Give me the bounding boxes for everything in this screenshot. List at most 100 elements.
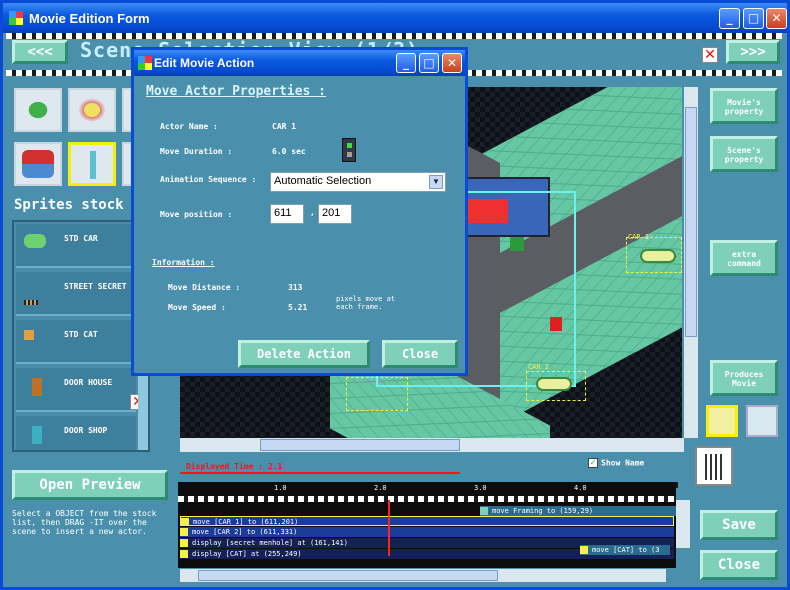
shop-door-icon [32,426,42,444]
checkbox-icon[interactable]: ✓ [588,458,598,468]
car-2[interactable] [536,377,572,391]
extra-command-button[interactable]: extra command [710,240,778,276]
trash-icon[interactable] [695,446,733,486]
action-icon [180,539,188,547]
move-speed-label: Move Speed : [168,303,226,312]
list-item[interactable]: STD CAR [16,224,136,268]
sprite-label: STD CAR [64,234,98,243]
save-button[interactable]: Save [700,510,778,540]
delete-scene-icon[interactable]: ✕ [702,47,718,63]
edit-movie-action-dialog: Edit Movie Action _ □ ✕ Move Actor Prope… [131,47,468,376]
app-icon [9,11,23,25]
timeline-row[interactable]: move Framing to (159,29) [480,506,676,516]
speed-note: pixels move at each frame. [336,295,396,311]
dialog-close-icon[interactable]: ✕ [442,53,462,73]
timeline[interactable]: 1.0 2.0 3.0 4.0 move Framing to (159,29)… [178,482,676,568]
displayed-time: Displayed Time : 2.1 [186,462,283,471]
tool-select-icon[interactable] [706,405,738,437]
window-title: Movie Edition Form [29,11,150,26]
sprites-list[interactable]: STD CAR STREET SECRET STD CAT DOOR HOUSE… [12,220,150,452]
sprite-tile-green[interactable] [14,88,62,132]
stepper-up-icon[interactable] [347,143,352,148]
move-speed-value: 5.21 [288,303,308,312]
maximize-button[interactable]: □ [743,8,764,29]
sprite-label: STREET SECRET [64,282,127,291]
move-distance-value: 313 [288,283,303,292]
scene-horizontal-scrollbar[interactable] [180,438,684,452]
sprite-tile-flower[interactable] [68,88,116,132]
move-duration-value: 6.0 sec [272,147,306,156]
dialog-title-bar[interactable]: Edit Movie Action _ □ ✕ [134,50,465,76]
person-icon [77,151,109,179]
list-item[interactable]: DOOR HOUSE ✕ [16,368,146,412]
scrollbar-thumb[interactable] [198,570,498,581]
show-name-checkbox[interactable]: ✓ Show Name [588,458,644,468]
sprite-tile-person[interactable] [68,142,116,186]
scene-vertical-scrollbar[interactable] [684,87,698,438]
dialog-minimize-button[interactable]: _ [396,53,416,73]
flower-icon [76,96,108,124]
actor-name-label: Actor Name : [160,122,218,131]
sprites-stock-title: Sprites stock [14,197,124,213]
scene-property-button[interactable]: Scene's property [710,136,778,172]
move-position-label: Move position : [160,210,233,219]
position-separator: , [310,208,315,217]
timeline-row[interactable]: move [CAR 1] to (611,201) [180,516,674,526]
timeline-tick: 2.0 [374,484,387,492]
section-title: Move Actor Properties : [146,84,327,99]
scrollbar-thumb[interactable] [685,107,697,337]
title-bar[interactable]: Movie Edition Form _ □ ✕ [3,3,787,33]
produces-movie-button[interactable]: Produces Movie [710,360,778,396]
car-icon [24,234,46,248]
action-icon [181,518,189,526]
car-1-label: CAR 1 [628,233,650,241]
timeline-vertical-scrollbar[interactable] [676,500,690,548]
move-duration-label: Move Duration : [160,147,233,156]
dialog-title: Edit Movie Action [154,56,255,70]
manhole-icon [24,300,38,305]
fountain-icon [22,150,54,178]
close-window-button[interactable]: ✕ [766,8,787,29]
dialog-close-button[interactable]: Close [382,340,458,368]
cat-icon [24,330,34,340]
timeline-tick: 4.0 [574,484,587,492]
next-scene-button[interactable]: >>> [726,40,780,64]
timeline-row[interactable]: move [CAR 2] to (611,331) [180,527,674,537]
open-preview-button[interactable]: Open Preview [12,470,168,500]
zoom-icon[interactable] [746,405,778,437]
list-item[interactable]: STREET SECRET [16,272,136,316]
stepper-down-icon[interactable] [347,152,352,157]
sprite-label: DOOR SHOP [64,426,108,435]
prev-scene-button[interactable]: <<< [12,40,68,64]
scrollbar-thumb[interactable] [260,439,460,451]
timeline-horizontal-scrollbar[interactable] [180,569,666,582]
car-2-label: CAR 2 [528,363,550,371]
timeline-cursor[interactable] [388,500,390,556]
timeline-row[interactable]: move [CAT] to (3 [580,545,670,555]
actor-name-value: CAR 1 [272,122,297,131]
cat-selection[interactable] [346,377,408,411]
animation-sequence-label: Animation Sequence : [160,175,257,184]
list-item[interactable]: STD CAT [16,320,136,364]
sprite-tile-fountain[interactable] [14,142,62,186]
dialog-app-icon [138,56,152,70]
action-icon [180,550,188,558]
duration-stepper[interactable] [342,138,356,162]
sprite-label: STD CAT [64,330,98,339]
close-button[interactable]: Close [700,550,778,580]
position-y-input[interactable]: 201 [318,204,352,224]
position-x-input[interactable]: 611 [270,204,304,224]
action-icon [180,528,188,536]
chevron-down-icon[interactable]: ▼ [429,175,443,189]
move-distance-label: Move Distance : [168,283,241,292]
minimize-button[interactable]: _ [719,8,740,29]
list-item[interactable]: DOOR SHOP [16,416,136,450]
timeline-tick: 1.0 [274,484,287,492]
movie-property-button[interactable]: Movie's property [710,88,778,124]
dialog-maximize-button[interactable]: □ [419,53,439,73]
animation-sequence-select[interactable]: Automatic Selection ▼ [270,172,446,192]
car-1[interactable] [640,249,676,263]
film-border-timeline [178,496,676,502]
sprite-label: DOOR HOUSE [64,378,113,387]
delete-action-button[interactable]: Delete Action [238,340,370,368]
